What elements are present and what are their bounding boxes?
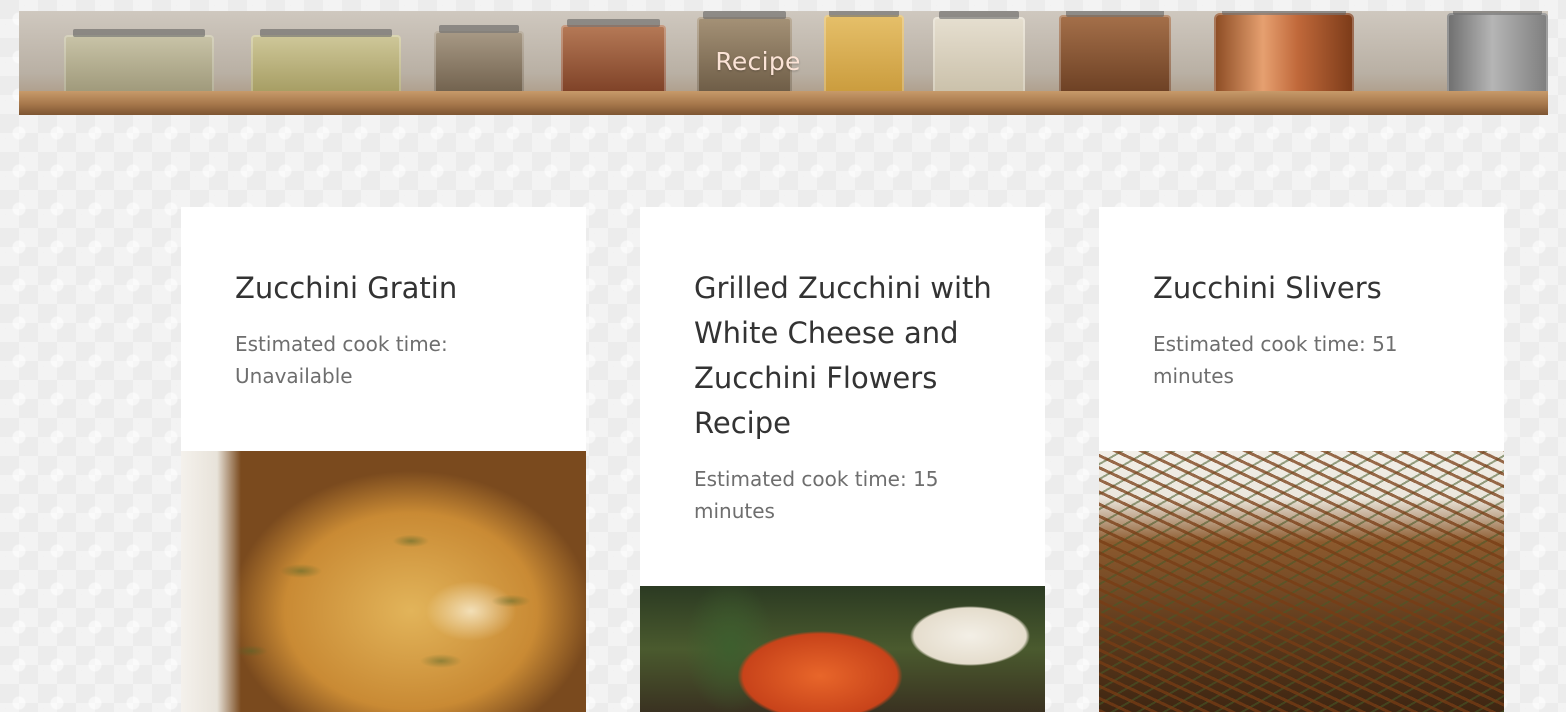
recipe-card[interactable]: Zucchini Slivers Estimated cook time: 51… <box>1099 207 1504 712</box>
recipe-image[interactable] <box>1099 451 1504 712</box>
recipe-card-body: Zucchini Gratin Estimated cook time: Una… <box>181 207 586 392</box>
recipe-cook-time: Estimated cook time: 15 minutes <box>694 467 939 523</box>
recipe-card-body: Zucchini Slivers Estimated cook time: 51… <box>1099 207 1504 392</box>
recipe-image[interactable] <box>181 451 586 712</box>
recipe-card[interactable]: Zucchini Gratin Estimated cook time: Una… <box>181 207 586 712</box>
header-banner: Recipe <box>19 11 1548 115</box>
recipe-card[interactable]: Grilled Zucchini with White Cheese and Z… <box>640 207 1045 712</box>
wooden-shelf <box>19 91 1548 115</box>
recipe-title[interactable]: Zucchini Gratin <box>235 266 556 311</box>
recipe-image[interactable] <box>640 586 1045 712</box>
recipe-cook-time: Estimated cook time: Unavailable <box>235 332 448 388</box>
recipe-cook-time: Estimated cook time: 51 minutes <box>1153 332 1398 388</box>
recipe-card-body: Grilled Zucchini with White Cheese and Z… <box>640 207 1045 527</box>
recipe-title[interactable]: Zucchini Slivers <box>1153 266 1474 311</box>
recipe-title[interactable]: Grilled Zucchini with White Cheese and Z… <box>694 266 1015 446</box>
page-title: Recipe <box>715 47 801 76</box>
recipe-card-list: Zucchini Gratin Estimated cook time: Una… <box>181 207 1504 712</box>
